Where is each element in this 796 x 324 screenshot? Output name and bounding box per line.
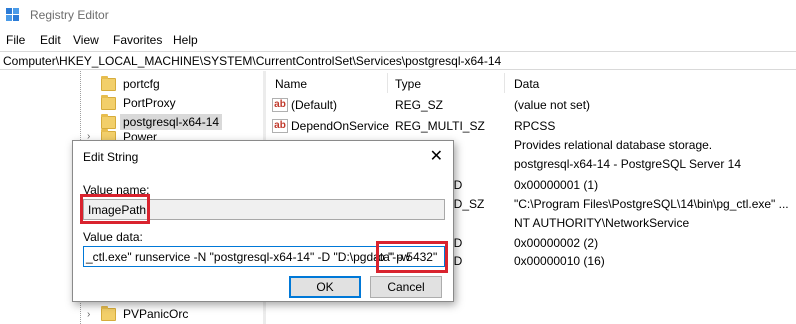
row-data: 0x00000010 (16) (514, 254, 605, 268)
folder-icon (101, 306, 116, 321)
row-data: NT AUTHORITY\NetworkService (514, 216, 690, 230)
dialog-title: Edit String (83, 150, 139, 164)
menu-file[interactable]: File (6, 33, 25, 47)
string-value-icon: ab (272, 98, 288, 112)
value-data-highlight (376, 241, 448, 273)
tree-item-portcfg[interactable]: portcfg (101, 75, 261, 94)
string-value-icon: ab (272, 119, 288, 133)
ok-button[interactable]: OK (289, 276, 361, 298)
title-bar: Registry Editor (0, 0, 796, 30)
row-name: (Default) (291, 98, 338, 112)
column-header-type[interactable]: Type (395, 77, 421, 91)
column-header-name[interactable]: Name (275, 77, 307, 91)
row-data: postgresql-x64-14 - PostgreSQL Server 14 (514, 157, 741, 171)
menu-help[interactable]: Help (173, 33, 198, 47)
address-bar[interactable]: Computer\HKEY_LOCAL_MACHINE\SYSTEM\Curre… (0, 51, 796, 70)
chevron-right-icon[interactable]: › (87, 309, 90, 320)
column-divider[interactable] (387, 73, 388, 93)
row-name: DependOnService (291, 119, 390, 133)
close-icon[interactable]: ✕ (430, 146, 443, 166)
column-header-data[interactable]: Data (514, 77, 539, 91)
row-data: RPCSS (514, 119, 556, 133)
row-type: REG_SZ (395, 98, 444, 112)
tree-item-portproxy[interactable]: PortProxy (101, 94, 261, 113)
row-data: "C:\Program Files\PostgreSQL\14\bin\pg_c… (514, 197, 789, 211)
address-path[interactable]: Computer\HKEY_LOCAL_MACHINE\SYSTEM\Curre… (3, 54, 501, 68)
tree-item-pvpanicorc[interactable]: PVPanicOrc (101, 305, 261, 324)
window-title: Registry Editor (30, 8, 109, 22)
menu-bar: File Edit View Favorites Help (0, 30, 796, 50)
row-data: (value not set) (514, 98, 591, 112)
tree-item-label: PVPanicOrc (123, 307, 189, 321)
value-data-label: Value data: (83, 230, 143, 244)
value-name-highlight (80, 194, 150, 224)
column-divider[interactable] (504, 73, 505, 93)
menu-view[interactable]: View (73, 33, 99, 47)
table-row[interactable]: ab DependOnService REG_MULTI_SZ RPCSS (266, 117, 796, 136)
tree-item-label: PortProxy (123, 96, 176, 110)
folder-icon (101, 76, 116, 91)
cancel-button[interactable]: Cancel (370, 276, 442, 298)
tree-item-label: portcfg (123, 77, 160, 91)
menu-edit[interactable]: Edit (40, 33, 61, 47)
row-type: REG_MULTI_SZ (395, 119, 485, 133)
row-data: 0x00000001 (1) (514, 178, 599, 192)
row-data: 0x00000002 (2) (514, 236, 599, 250)
row-data: Provides relational database storage. (514, 138, 713, 152)
menu-favorites[interactable]: Favorites (113, 33, 162, 47)
folder-icon (101, 95, 116, 110)
value-data-text: _ctl.exe" runservice -N "postgresql-x64-… (86, 250, 411, 264)
table-row[interactable]: ab (Default) REG_SZ (value not set) (266, 96, 796, 115)
registry-icon (6, 8, 19, 21)
edit-string-dialog: Edit String ✕ Value name: ImagePath Valu… (72, 140, 454, 302)
